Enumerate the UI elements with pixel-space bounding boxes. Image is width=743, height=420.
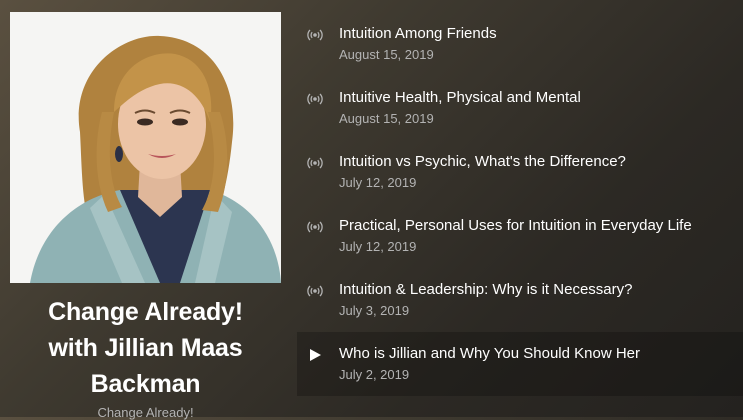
podcast-author-link[interactable]: Change Already! <box>10 405 281 420</box>
episode-title[interactable]: Intuition & Leadership: Why is it Necess… <box>339 281 632 298</box>
episode-date: July 3, 2019 <box>339 303 410 318</box>
episode-date: August 15, 2019 <box>339 47 434 62</box>
episode-row[interactable]: Practical, Personal Uses for Intuition i… <box>297 204 743 268</box>
episode-row-active[interactable]: Who is Jillian and Why You Should Know H… <box>297 332 743 396</box>
podcast-icon <box>307 285 323 297</box>
podcast-icon <box>307 93 323 105</box>
episode-row[interactable]: Intuition vs Psychic, What's the Differe… <box>297 140 743 204</box>
podcast-title-line-1: Change Already! <box>48 298 243 326</box>
episode-row[interactable]: Intuition Among Friends August 15, 2019 <box>297 12 743 76</box>
episode-title[interactable]: Who is Jillian and Why You Should Know H… <box>339 345 640 362</box>
episode-date: August 15, 2019 <box>339 111 434 126</box>
podcast-title: Change Already! with Jillian Maas Backma… <box>10 294 281 402</box>
episode-title[interactable]: Intuition Among Friends <box>339 25 497 42</box>
episode-date: July 2, 2019 <box>339 367 410 382</box>
host-portrait <box>10 12 281 283</box>
episode-row[interactable]: Intuition & Leadership: Why is it Necess… <box>297 268 743 332</box>
episode-title[interactable]: Practical, Personal Uses for Intuition i… <box>339 217 692 234</box>
episode-title[interactable]: Intuition vs Psychic, What's the Differe… <box>339 153 626 170</box>
play-icon[interactable] <box>307 347 323 363</box>
episode-list: Intuition Among Friends August 15, 2019 … <box>297 12 743 396</box>
podcast-title-line-3: Backman <box>90 370 201 398</box>
podcast-title-line-2: with Jillian Maas <box>48 334 243 362</box>
podcast-cover-art[interactable] <box>10 12 281 283</box>
episode-row[interactable]: Intuitive Health, Physical and Mental Au… <box>297 76 743 140</box>
podcast-icon <box>307 157 323 169</box>
episode-date: July 12, 2019 <box>339 239 417 254</box>
podcast-icon <box>307 29 323 41</box>
episode-title[interactable]: Intuitive Health, Physical and Mental <box>339 89 581 106</box>
podcast-icon <box>307 221 323 233</box>
episode-date: July 12, 2019 <box>339 175 417 190</box>
